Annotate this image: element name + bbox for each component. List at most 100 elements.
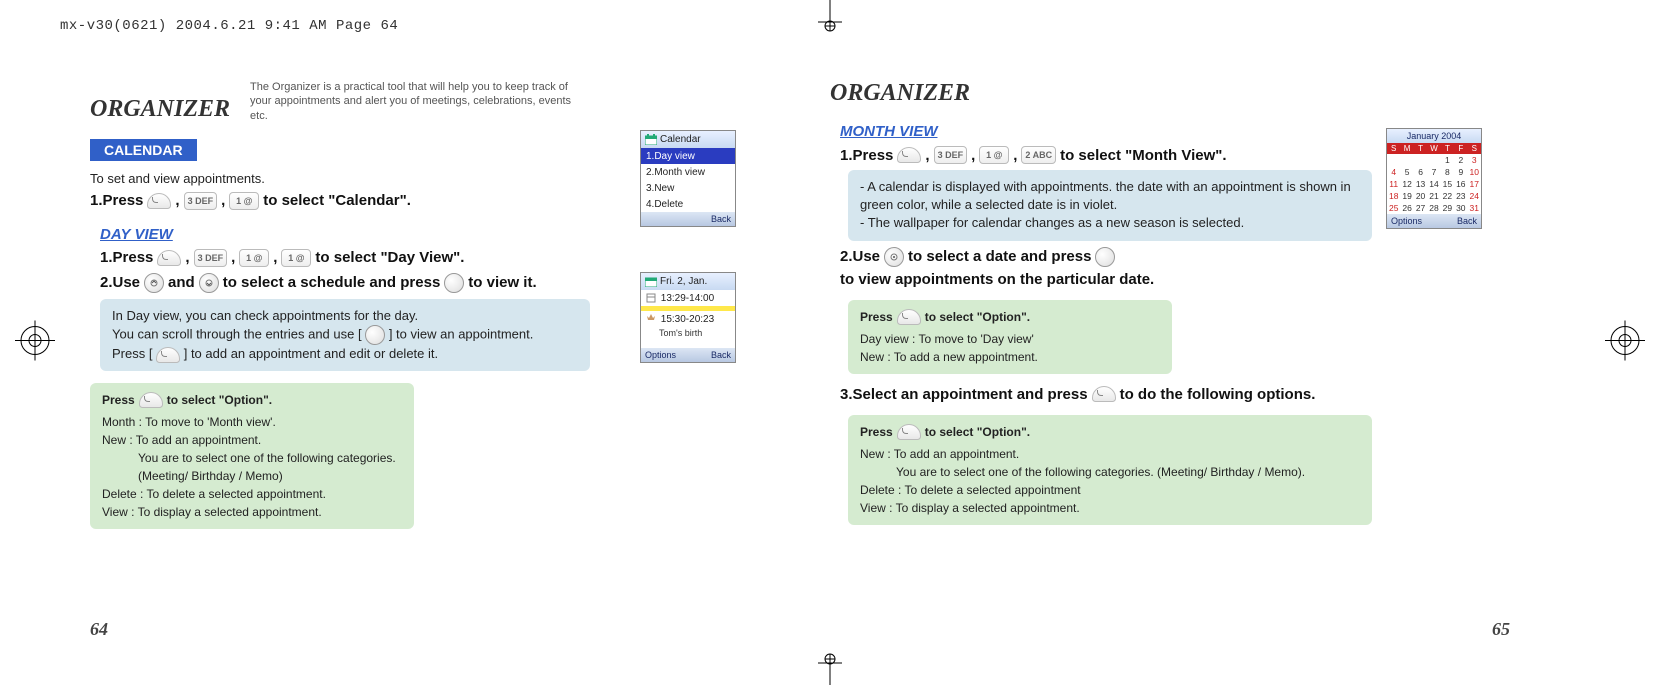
monthview-step2: 2.Use to select a date and press to view… xyxy=(840,247,1390,288)
option-header-text: Press xyxy=(860,308,893,326)
calendar-cell: 3 xyxy=(1468,154,1481,166)
calendar-header-cell: W xyxy=(1427,143,1440,154)
dayview-info-box: In Day view, you can check appointments … xyxy=(100,299,590,371)
phone-screen-calendar-menu: Calendar 1.Day view 2.Month view 3.New 4… xyxy=(640,130,736,227)
key-2-icon: 2 ABC xyxy=(1021,146,1056,164)
calendar-cell xyxy=(1387,154,1400,166)
key-1-icon: 1 @ xyxy=(229,192,259,210)
step-text: to do the following options. xyxy=(1120,386,1316,403)
monthview-info-box: - A calendar is displayed with appointme… xyxy=(848,170,1372,241)
softkey-back: Back xyxy=(1457,216,1477,226)
option-header-text: Press xyxy=(102,391,135,409)
option-subline: You are to select one of the following c… xyxy=(860,463,1360,481)
calendar-cell xyxy=(1400,154,1413,166)
option-box: Press to select "Option". New : To add a… xyxy=(848,415,1372,525)
info-text: ] to add an appointment and edit or dele… xyxy=(184,346,438,361)
step-text: 2.Use xyxy=(840,248,880,265)
calendar-cell: 11 xyxy=(1387,178,1400,190)
calendar-cell: 10 xyxy=(1468,166,1481,178)
key-1-icon: 1 @ xyxy=(979,146,1009,164)
softkey-options: Options xyxy=(1391,216,1422,226)
page-number: 65 xyxy=(1492,619,1510,640)
key-3-icon: 3 DEF xyxy=(934,146,968,164)
step-text: 1.Press xyxy=(840,147,893,164)
intro-text: To set and view appointments. xyxy=(90,171,590,186)
ok-key-icon xyxy=(365,325,385,345)
nav-down-icon xyxy=(199,273,219,293)
calendar-cell: 26 xyxy=(1400,202,1413,214)
calendar-cell: 8 xyxy=(1441,166,1454,178)
option-subline: You are to select one of the following c… xyxy=(102,449,402,467)
calendar-cell: 22 xyxy=(1441,190,1454,202)
calendar-cell: 17 xyxy=(1468,178,1481,190)
page-subtitle: The Organizer is a practical tool that w… xyxy=(250,80,590,123)
page-64: ORGANIZER The Organizer is a practical t… xyxy=(90,80,770,640)
softkey-icon xyxy=(156,347,180,363)
list-item: 15:30-20:23 xyxy=(641,311,735,327)
dayview-step2: 2.Use and to select a schedule and press… xyxy=(100,273,590,293)
calendar-cell: 12 xyxy=(1400,178,1413,190)
step-text: 2.Use xyxy=(100,274,140,291)
step-text: 3.Select an appointment and press xyxy=(840,386,1088,403)
calendar-cell: 14 xyxy=(1427,178,1440,190)
calendar-cell: 5 xyxy=(1400,166,1413,178)
calendar-cell: 4 xyxy=(1387,166,1400,178)
appointment-icon xyxy=(646,293,656,303)
option-line: New : To add an appointment. xyxy=(102,431,402,449)
list-item: 3.New xyxy=(641,180,735,196)
option-line: Delete : To delete a selected appointmen… xyxy=(860,481,1360,499)
softkey-icon xyxy=(1092,386,1116,402)
option-line: Delete : To delete a selected appointmen… xyxy=(102,485,402,503)
calendar-cell: 1 xyxy=(1441,154,1454,166)
section-badge-calendar: CALENDAR xyxy=(90,139,197,161)
option-header-text: to select "Option". xyxy=(925,308,1030,326)
ok-key-icon xyxy=(444,273,464,293)
calendar-cell: 2 xyxy=(1454,154,1467,166)
calendar-cell: 9 xyxy=(1454,166,1467,178)
crop-mark-top xyxy=(810,0,850,32)
calendar-cell: 21 xyxy=(1427,190,1440,202)
option-line: Day view : To move to 'Day view' xyxy=(860,330,1160,348)
list-item: 13:29-14:00 xyxy=(641,290,735,306)
calendar-cell: 20 xyxy=(1414,190,1427,202)
screen-title: Calendar xyxy=(660,134,701,145)
key-3-icon: 3 DEF xyxy=(194,249,228,267)
option-line: New : To add a new appointment. xyxy=(860,348,1160,366)
calendar-cell: 7 xyxy=(1427,166,1440,178)
list-item-sub: Tom's birth xyxy=(641,327,735,339)
info-line: In Day view, you can check appointments … xyxy=(112,307,578,325)
softkey-icon xyxy=(897,147,921,163)
calendar-cell: 24 xyxy=(1468,190,1481,202)
calendar-header-cell: F xyxy=(1454,143,1467,154)
key-3-icon: 3 DEF xyxy=(184,192,218,210)
calendar-cell: 16 xyxy=(1454,178,1467,190)
calendar-header-cell: S xyxy=(1468,143,1481,154)
softkey-options: Options xyxy=(645,350,676,360)
calendar-header-cell: T xyxy=(1414,143,1427,154)
crop-mark-right xyxy=(1605,320,1645,365)
step-text: 1.Press xyxy=(90,192,143,209)
step-text: to select "Calendar". xyxy=(263,192,411,209)
page-number: 64 xyxy=(90,619,108,640)
list-item-text: 13:29-14:00 xyxy=(661,293,714,304)
option-header-text: Press xyxy=(860,423,893,441)
calendar-cell: 18 xyxy=(1387,190,1400,202)
calendar-header-cell: M xyxy=(1400,143,1413,154)
step-text: to select "Day View". xyxy=(315,249,464,266)
option-line: View : To display a selected appointment… xyxy=(102,503,402,521)
day-view-heading: DAY VIEW xyxy=(100,226,590,243)
option-subline: (Meeting/ Birthday / Memo) xyxy=(102,467,402,485)
option-box: Press to select "Option". Month : To mov… xyxy=(90,383,414,529)
calendar-cell: 6 xyxy=(1414,166,1427,178)
option-line: Month : To move to 'Month view'. xyxy=(102,413,402,431)
option-header-text: to select "Option". xyxy=(925,423,1030,441)
option-line: New : To add an appointment. xyxy=(860,445,1360,463)
calendar-cell: 28 xyxy=(1427,202,1440,214)
step-text: to select "Month View". xyxy=(1060,147,1226,164)
page-title: ORGANIZER xyxy=(90,96,230,123)
calendar-cell xyxy=(1414,154,1427,166)
list-item-text: 15:30-20:23 xyxy=(661,314,714,325)
calendar-mini-icon xyxy=(645,276,657,287)
info-text: ] to view an appointment. xyxy=(389,327,534,342)
info-line: - The wallpaper for calendar changes as … xyxy=(860,214,1360,232)
